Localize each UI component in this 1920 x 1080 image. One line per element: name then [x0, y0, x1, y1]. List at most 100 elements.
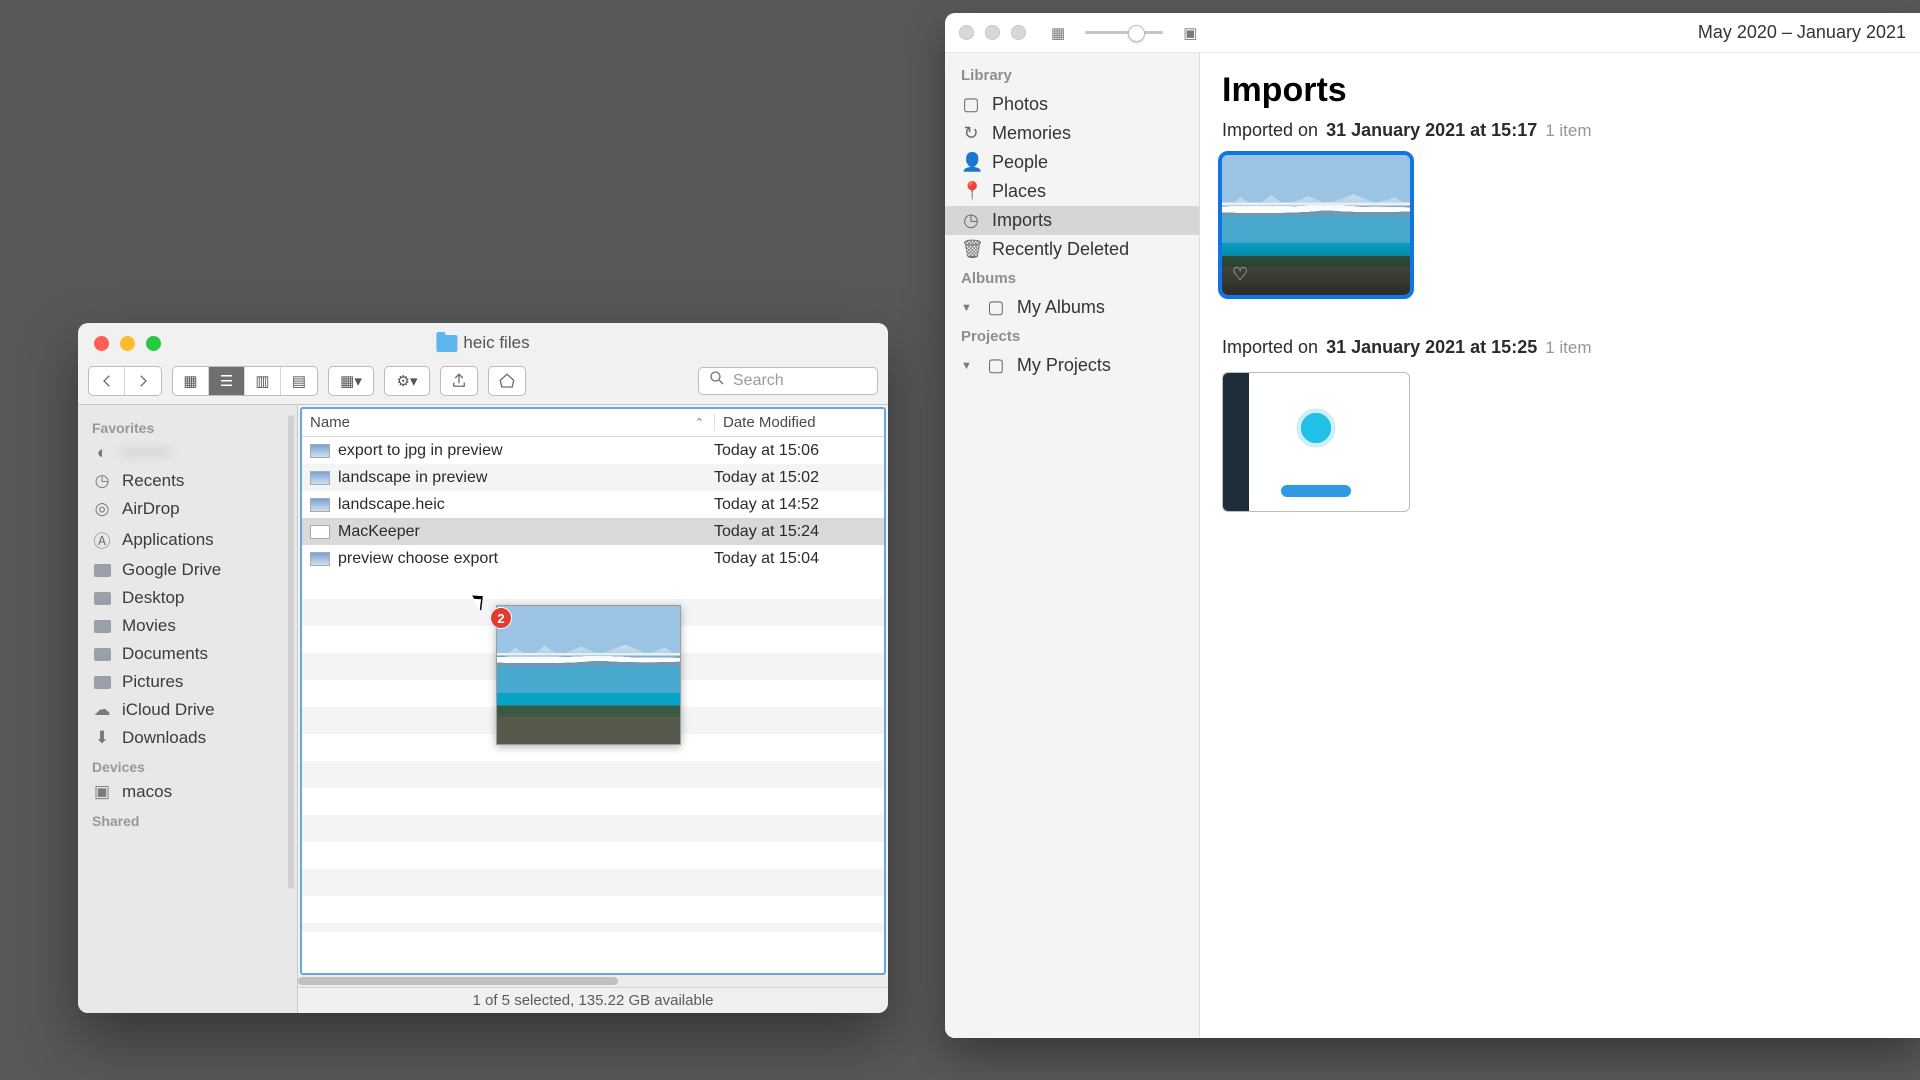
drag-count-badge: 2: [490, 607, 512, 629]
arrange-button[interactable]: ▦▾: [329, 367, 373, 395]
forward-button[interactable]: [125, 367, 161, 395]
photos-window: ▦ ▣ May 2020 – January 2021 Library ▢ Ph…: [945, 13, 1920, 1038]
sidebar-item-people[interactable]: 👤 People: [945, 148, 1199, 177]
status-bar: 1 of 5 selected, 135.22 GB available: [298, 987, 888, 1013]
project-icon: ▢: [986, 355, 1006, 376]
fullscreen-icon[interactable]: ▣: [1183, 24, 1197, 42]
sidebar-item[interactable]: ⬇︎ Downloads: [78, 724, 297, 752]
finder-window: heic files ▦ ☰ ▥ ▤ ▦▾ ⚙︎▾: [78, 323, 888, 1013]
sidebar-item-photos[interactable]: ▢ Photos: [945, 90, 1199, 119]
sidebar-section-devices: Devices: [78, 752, 297, 778]
download-icon: ⬇︎: [92, 728, 112, 748]
zoom-icon[interactable]: [146, 336, 161, 351]
person-icon: 👤: [961, 152, 981, 173]
horizontal-scrollbar[interactable]: [298, 975, 888, 987]
sidebar-item-label: Downloads: [122, 728, 206, 748]
folder-icon: [436, 335, 457, 352]
photos-main: Imports Imported on 31 January 2021 at 1…: [1200, 53, 1920, 1038]
close-icon[interactable]: [94, 336, 109, 351]
sidebar-item-label: Memories: [992, 123, 1071, 144]
sidebar-scrollbar[interactable]: [288, 415, 294, 889]
file-name: landscape in preview: [338, 469, 714, 487]
sidebar-item-imports[interactable]: ◷ Imports: [945, 206, 1199, 235]
sort-ascending-icon: ⌃: [695, 416, 704, 429]
table-row[interactable]: landscape.heic Today at 14:52: [302, 491, 884, 518]
sidebar-item[interactable]: Pictures: [78, 668, 297, 696]
pin-icon: 📍: [961, 181, 981, 202]
sidebar-item[interactable]: Documents: [78, 640, 297, 668]
favorite-icon[interactable]: ♡: [1232, 264, 1248, 285]
close-icon[interactable]: [959, 25, 974, 40]
sidebar-item-places[interactable]: 📍 Places: [945, 177, 1199, 206]
sidebar-item[interactable]: ◎ AirDrop: [78, 495, 297, 523]
sidebar-item[interactable]: ☁︎iCloud Drive: [78, 696, 297, 724]
sidebar-item-my-projects[interactable]: ▼ ▢ My Projects: [945, 351, 1199, 380]
finder-titlebar[interactable]: heic files: [78, 323, 888, 363]
sidebar-item-device[interactable]: ▣ macos: [78, 778, 297, 806]
finder-sidebar: Favorites ◐ •••••••• ◷Recents◎AirDropⒶAp…: [78, 405, 298, 1013]
window-title: heic files: [436, 333, 529, 353]
imports-icon: ◷: [961, 210, 981, 231]
table-row[interactable]: preview choose export Today at 15:04: [302, 545, 884, 572]
tags-button[interactable]: [489, 367, 525, 395]
sidebar-item-label: Recently Deleted: [992, 239, 1129, 260]
photo-thumbnail[interactable]: ♡: [1222, 155, 1410, 295]
radio-icon: ◎: [92, 499, 112, 519]
import-section-header: Imported on 31 January 2021 at 15:17 1 i…: [1222, 120, 1898, 141]
file-date: Today at 15:24: [714, 523, 884, 541]
file-thumbnail-icon: [302, 552, 338, 566]
file-name: preview choose export: [338, 550, 714, 568]
column-header-date[interactable]: Date Modified: [714, 414, 884, 431]
sidebar-item[interactable]: Movies: [78, 612, 297, 640]
sidebar-item[interactable]: ◷Recents: [78, 467, 297, 495]
sidebar-item-label: My Albums: [1017, 297, 1105, 318]
column-header-name[interactable]: Name ⌃: [302, 414, 714, 431]
sidebar-item[interactable]: Google Drive: [78, 556, 297, 584]
disclosure-icon[interactable]: ▼: [961, 302, 972, 314]
zoom-slider[interactable]: [1085, 31, 1163, 34]
sidebar-item-label: My Projects: [1017, 355, 1111, 376]
grid-layout-icon[interactable]: ▦: [1051, 24, 1065, 42]
minimize-icon[interactable]: [985, 25, 1000, 40]
table-row[interactable]: landscape in preview Today at 15:02: [302, 464, 884, 491]
sidebar-item-label: Applications: [122, 530, 214, 550]
gallery-view-button[interactable]: ▤: [281, 367, 317, 395]
search-input[interactable]: Search: [698, 367, 878, 395]
album-icon: ▢: [986, 297, 1006, 318]
sidebar-item-recently-deleted[interactable]: 🗑 Recently Deleted: [945, 235, 1199, 264]
photos-titlebar[interactable]: ▦ ▣ May 2020 – January 2021: [945, 13, 1920, 53]
photo-thumbnail[interactable]: [1222, 372, 1410, 512]
sidebar-item-my-albums[interactable]: ▼ ▢ My Albums: [945, 293, 1199, 322]
icon-view-button[interactable]: ▦: [173, 367, 209, 395]
table-row[interactable]: export to jpg in preview Today at 15:06: [302, 437, 884, 464]
sidebar-item-label: Desktop: [122, 588, 184, 608]
sidebar-item-label: Places: [992, 181, 1046, 202]
file-date: Today at 15:06: [714, 442, 884, 460]
trash-icon: 🗑: [961, 239, 981, 260]
zoom-icon[interactable]: [1011, 25, 1026, 40]
action-button[interactable]: ⚙︎▾: [385, 367, 429, 395]
sidebar-item-memories[interactable]: ↻ Memories: [945, 119, 1199, 148]
list-view-button[interactable]: ☰: [209, 367, 245, 395]
sidebar-section-albums: Albums: [945, 264, 1199, 293]
file-name: MacKeeper: [338, 523, 714, 541]
minimize-icon[interactable]: [120, 336, 135, 351]
sidebar-item-label: AirDrop: [122, 499, 180, 519]
sidebar-item[interactable]: Desktop: [78, 584, 297, 612]
back-button[interactable]: [89, 367, 125, 395]
sidebar-item-label: ••••••••: [122, 443, 170, 463]
table-row[interactable]: MacKeeper Today at 15:24: [302, 518, 884, 545]
file-date: Today at 15:02: [714, 469, 884, 487]
sidebar-item-label: Google Drive: [122, 560, 221, 580]
column-view-button[interactable]: ▥: [245, 367, 281, 395]
sidebar-item[interactable]: ◐ ••••••••: [78, 439, 297, 467]
disclosure-icon[interactable]: ▼: [961, 360, 972, 372]
sidebar-item[interactable]: ⒶApplications: [78, 523, 297, 556]
sidebar-item-label: People: [992, 152, 1048, 173]
share-button[interactable]: [441, 367, 477, 395]
file-thumbnail-icon: [302, 498, 338, 512]
drag-preview-thumbnail: [496, 605, 681, 745]
file-date: Today at 15:04: [714, 550, 884, 568]
user-icon: ◐: [92, 443, 112, 463]
sidebar-item-label: Movies: [122, 616, 176, 636]
